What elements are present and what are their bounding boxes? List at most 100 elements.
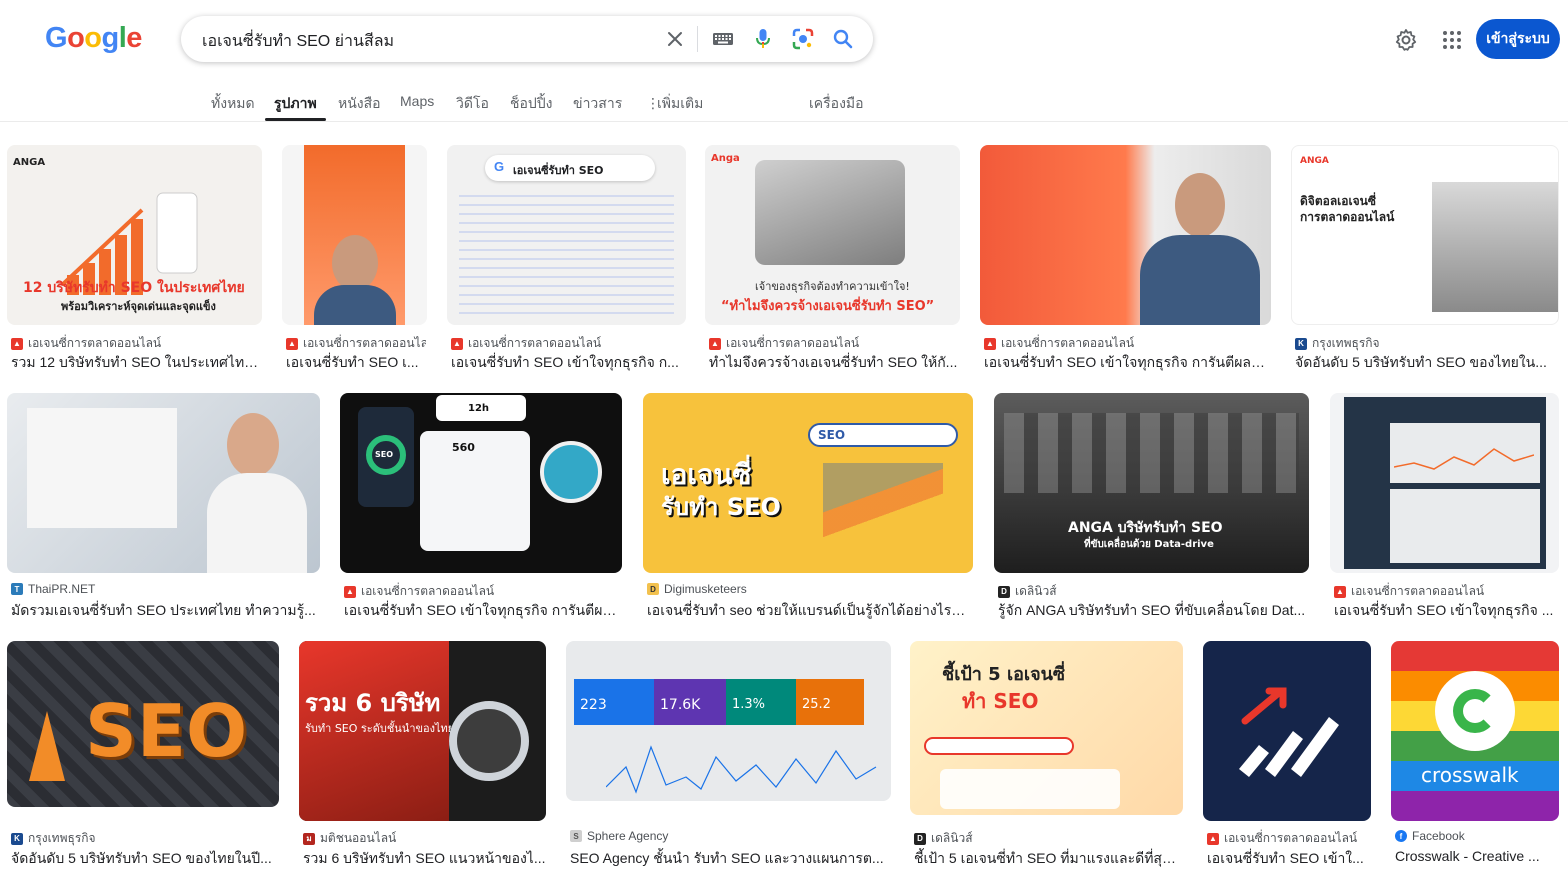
apps-icon[interactable]: [1439, 27, 1465, 53]
thumb-subline: รับทำ SEO ระดับชั้นนำของไทย: [305, 722, 455, 735]
result-card[interactable]: ANGA บริษัทรับทำ SEO ที่ขับเคลื่อนด้วย D…: [994, 393, 1310, 623]
search-icon[interactable]: [831, 27, 855, 51]
result-card[interactable]: เอเจนซี่ รับทำ SEO SEO D Digimusketeers เ…: [643, 393, 974, 623]
result-card[interactable]: ▲ เอเจนซี่การตลาดออนไลน์ เอเจนซี่รับทำ SE…: [1330, 393, 1559, 623]
thumb-brand: ANGA: [13, 157, 46, 168]
result-card[interactable]: ▲ เอเจนซี่การตลาดออนไลน์ เอเจนซี่รับทำ SE…: [980, 145, 1272, 375]
result-card[interactable]: ▲ เอเจนซี่การตลาดออนไลน์ เอเจนซี่รับทำ SE…: [282, 145, 427, 375]
tab-more-label: เพิ่มเติม: [657, 95, 704, 111]
result-source: ▲ เอเจนซี่การตลาดออนไลน์: [451, 334, 685, 353]
result-title[interactable]: Crosswalk - Creative ...: [1395, 848, 1559, 864]
result-thumbnail[interactable]: [1203, 641, 1371, 821]
tab-images[interactable]: รูปภาพ: [274, 93, 317, 115]
result-title[interactable]: รวม 12 บริษัทรับทำ SEO ในประเทศไทย...: [11, 352, 261, 374]
result-thumbnail[interactable]: ชี้เป้า 5 เอเจนซี่ ทำ SEO: [910, 641, 1183, 815]
lens-icon[interactable]: [791, 27, 815, 51]
tab-videos[interactable]: วิดีโอ: [456, 93, 489, 115]
result-title[interactable]: มัดรวมเอเจนซี่รับทำ SEO ประเทศไทย ทำความ…: [11, 600, 319, 622]
result-thumbnail[interactable]: [7, 393, 320, 573]
result-card[interactable]: Anga เจ้าของธุรกิจต้องทำความเข้าใจ! “ทำไ…: [705, 145, 961, 375]
result-card[interactable]: ANGA 12 บริษัทรับทำ SEO ในประเทศไทย พร้อ…: [7, 145, 263, 375]
result-card[interactable]: G เอเจนซี่รับทำ SEO ▲ เอเจนซี่การตลาดออนไ…: [447, 145, 686, 375]
result-thumbnail[interactable]: crosswalk: [1391, 641, 1559, 821]
search-input[interactable]: เอเจนซี่รับทำ SEO ย่านสีลม: [202, 29, 394, 54]
search-box[interactable]: เอเจนซี่รับทำ SEO ย่านสีลม: [181, 16, 873, 62]
result-source: f Facebook: [1395, 829, 1559, 843]
result-title[interactable]: เอเจนซี่รับทำ SEO เข้าใจทุกธุรกิจ การันต…: [984, 352, 1270, 374]
thumb-headline: ชี้เป้า 5 เอเจนซี่: [942, 664, 1066, 685]
thumb-headline: รวม 6 บริษัท: [305, 689, 441, 717]
result-source: K กรุงเทพธุรกิจ: [11, 829, 279, 848]
result-card[interactable]: ANGA ดิจิตอลเอเจนซี่ การตลาดออนไลน์ K กรุ…: [1291, 145, 1559, 375]
result-thumbnail[interactable]: ANGA ดิจิตอลเอเจนซี่ การตลาดออนไลน์: [1291, 145, 1559, 325]
tab-news[interactable]: ข่าวสาร: [573, 93, 622, 115]
result-card[interactable]: ▲ เอเจนซี่การตลาดออนไลน์ เอเจนซี่รับทำ SE…: [1203, 641, 1372, 871]
google-logo[interactable]: Google: [45, 22, 142, 55]
bounce-value: 560: [452, 441, 475, 454]
result-thumbnail[interactable]: [1330, 393, 1559, 573]
source-favicon-icon: ▲: [1334, 585, 1346, 598]
result-title[interactable]: เอเจนซี่รับทำ SEO เข้าใจทุกธุรกิจ ก...: [451, 352, 685, 374]
source-favicon-icon: ▲: [11, 337, 23, 350]
result-source-label: เอเจนซี่การตลาดออนไลน์: [1351, 584, 1485, 598]
winner-badge: [540, 441, 602, 503]
result-thumbnail[interactable]: SEO 560 12h: [340, 393, 622, 573]
search-tabs: ทั้งหมด รูปภาพ หนังสือ Maps วิดีโอ ช็อปป…: [0, 82, 1568, 122]
mock-searchbar: G เอเจนซี่รับทำ SEO: [485, 155, 655, 181]
result-thumbnail[interactable]: SEO: [7, 641, 279, 807]
result-thumbnail[interactable]: [980, 145, 1271, 325]
result-title[interactable]: รวม 6 บริษัทรับทำ SEO แนวหน้าของไ...: [303, 848, 546, 870]
tab-books[interactable]: หนังสือ: [338, 93, 381, 115]
result-thumbnail[interactable]: ANGA บริษัทรับทำ SEO ที่ขับเคลื่อนด้วย D…: [994, 393, 1309, 573]
source-favicon-icon: D: [914, 832, 926, 845]
crosswalk-logo-icon: [1435, 671, 1515, 751]
tab-more[interactable]: ⋮เพิ่มเติม: [646, 93, 703, 115]
result-source-label: Sphere Agency: [587, 829, 669, 843]
source-favicon-icon: ▲: [344, 585, 356, 598]
tab-all[interactable]: ทั้งหมด: [211, 93, 255, 115]
result-card[interactable]: 223 17.6K 1.3% 25.2 S Sphere Agency SEO A…: [566, 641, 891, 871]
clear-icon[interactable]: [663, 27, 687, 51]
result-thumbnail[interactable]: รวม 6 บริษัท รับทำ SEO ระดับชั้นนำของไทย: [299, 641, 546, 821]
result-thumbnail[interactable]: Anga เจ้าของธุรกิจต้องทำความเข้าใจ! “ทำไ…: [705, 145, 960, 325]
result-title[interactable]: เอเจนซี่รับทำ SEO เข้าใจทุกธุรกิจ ...: [1334, 600, 1559, 622]
result-title[interactable]: รู้จัก ANGA บริษัทรับทำ SEO ที่ขับเคลื่อ…: [998, 600, 1308, 622]
thumb-headline: 12 บริษัทรับทำ SEO ในประเทศไทย: [23, 280, 245, 296]
result-card[interactable]: รวม 6 บริษัท รับทำ SEO ระดับชั้นนำของไทย…: [299, 641, 547, 871]
tab-shopping[interactable]: ช็อปปิ้ง: [510, 93, 553, 115]
result-source: ▲ เอเจนซี่การตลาดออนไลน์: [11, 334, 261, 353]
metric-position: 25.2: [796, 679, 864, 725]
result-card[interactable]: ชี้เป้า 5 เอเจนซี่ ทำ SEO D เดลินิวส์ ชี้…: [910, 641, 1183, 871]
result-thumbnail[interactable]: 223 17.6K 1.3% 25.2: [566, 641, 891, 801]
signin-button[interactable]: เข้าสู่ระบบ: [1476, 19, 1560, 59]
keyboard-icon[interactable]: [711, 27, 735, 51]
result-thumbnail[interactable]: เอเจนซี่ รับทำ SEO SEO: [643, 393, 973, 573]
header: Google เอเจนซี่รับทำ SEO ย่านสีลม เข้าสู…: [0, 0, 1568, 80]
mic-icon[interactable]: [751, 27, 775, 51]
result-title[interactable]: จัดอันดับ 5 บริษัทรับทำ SEO ของไทยในปี..…: [11, 848, 279, 870]
result-title[interactable]: เอเจนซี่รับทำ seo ช่วยให้แบรนด์เป็นรู้จั…: [647, 600, 973, 622]
result-card[interactable]: T ThaiPR.NET มัดรวมเอเจนซี่รับทำ SEO ประเ…: [7, 393, 320, 623]
result-title[interactable]: ทำไมจึงควรจ้างเอเจนซี่รับทำ SEO ให้กั...: [709, 352, 959, 374]
result-thumbnail[interactable]: G เอเจนซี่รับทำ SEO: [447, 145, 686, 325]
settings-icon[interactable]: [1393, 27, 1419, 53]
result-title[interactable]: เอเจนซี่รับทำ SEO เข้าใ...: [1207, 848, 1371, 870]
result-title[interactable]: เอเจนซี่รับทำ SEO เ...: [286, 352, 426, 374]
result-title[interactable]: จัดอันดับ 5 บริษัทรับทำ SEO ของไทยใน...: [1295, 352, 1559, 374]
tab-tools[interactable]: เครื่องมือ: [809, 93, 864, 115]
result-title[interactable]: ชี้เป้า 5 เอเจนซี่ทำ SEO ที่มาแรงและดีที…: [914, 848, 1182, 870]
result-card[interactable]: SEO K กรุงเทพธุรกิจ จัดอันดับ 5 บริษัทรับ…: [7, 641, 280, 871]
search-divider: [697, 26, 698, 52]
traffic-cone: [29, 711, 65, 781]
result-title[interactable]: SEO Agency ชั้นนำ รับทำ SEO และวางแผนการ…: [570, 848, 890, 870]
source-favicon-icon: S: [570, 830, 582, 842]
tab-maps[interactable]: Maps: [400, 93, 434, 109]
mock-searchbar: [924, 737, 1074, 755]
source-favicon-icon: K: [11, 832, 23, 845]
result-card[interactable]: crosswalk f Facebook Crosswalk - Creative…: [1391, 641, 1560, 871]
result-thumbnail[interactable]: [282, 145, 427, 325]
result-title[interactable]: เอเจนซี่รับทำ SEO เข้าใจทุกธุรกิจ การันต…: [344, 600, 622, 622]
result-card[interactable]: SEO 560 12h ▲ เอเจนซี่การตลาดออนไลน์ เอเจ…: [340, 393, 622, 623]
thumb-headline: “ทำไมจึงควรจ้างเอเจนซี่รับทำ SEO”: [721, 299, 935, 314]
result-thumbnail[interactable]: ANGA 12 บริษัทรับทำ SEO ในประเทศไทย พร้อ…: [7, 145, 262, 325]
